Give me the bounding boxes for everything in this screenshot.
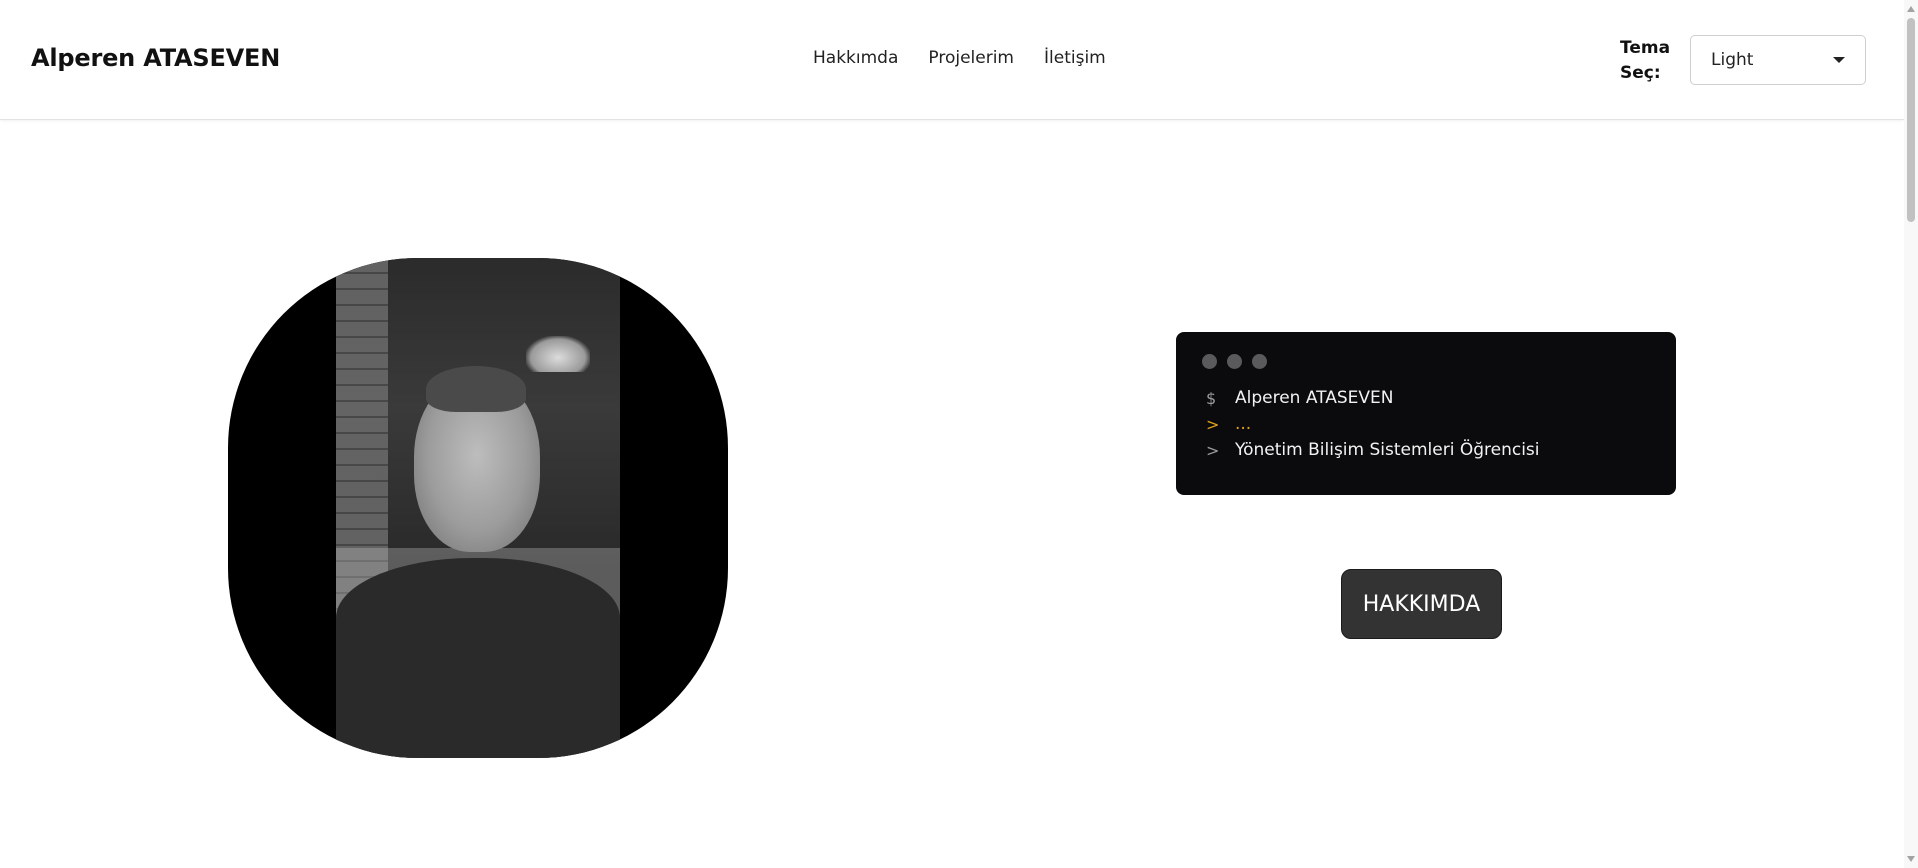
photo-shirt — [336, 558, 620, 758]
terminal-window: $ Alperen ATASEVEN > ... > Yönetim Biliş… — [1176, 332, 1676, 495]
chevron-down-icon — [1833, 57, 1845, 63]
terminal-line: > Yönetim Bilişim Sistemleri Öğrencisi — [1201, 437, 1651, 463]
site-title[interactable]: Alperen ATASEVEN — [31, 44, 280, 72]
window-dot-icon — [1252, 354, 1267, 369]
main-nav: Hakkımda Projelerim İletişim — [813, 48, 1106, 68]
terminal-line-text: ... — [1235, 414, 1252, 434]
theme-label-line-2: Seç: — [1620, 63, 1661, 83]
nav-link-projects[interactable]: Projelerim — [928, 48, 1014, 68]
vertical-scrollbar[interactable] — [1904, 0, 1918, 868]
photo-hair — [426, 366, 526, 412]
terminal-prompt: $ — [1206, 388, 1217, 408]
nav-link-about[interactable]: Hakkımda — [813, 48, 898, 68]
profile-photo-image — [336, 258, 620, 758]
scrollbar-thumb[interactable] — [1907, 18, 1915, 222]
scroll-down-arrow-icon[interactable] — [1907, 856, 1915, 862]
profile-photo — [228, 258, 728, 758]
terminal-line-text: Alperen ATASEVEN — [1235, 388, 1394, 408]
about-button[interactable]: HAKKIMDA — [1341, 569, 1502, 639]
page: Alperen ATASEVEN Hakkımda Projelerim İle… — [0, 0, 1918, 868]
theme-select-value: Light — [1711, 50, 1754, 70]
nav-link-contact[interactable]: İletişim — [1044, 48, 1106, 68]
photo-lamp — [526, 336, 590, 372]
theme-label-line-1: Tema — [1620, 38, 1671, 58]
terminal-prompt: > — [1206, 414, 1220, 434]
theme-select[interactable]: Light — [1690, 35, 1866, 85]
scroll-up-arrow-icon[interactable] — [1907, 6, 1915, 12]
terminal-line: > ... — [1201, 411, 1651, 437]
terminal-lines: $ Alperen ATASEVEN > ... > Yönetim Biliş… — [1201, 385, 1651, 463]
theme-select-label: Tema Seç: — [1620, 36, 1670, 86]
window-dot-icon — [1202, 354, 1217, 369]
window-controls — [1202, 354, 1651, 369]
terminal-prompt: > — [1206, 440, 1220, 460]
terminal-line-text: Yönetim Bilişim Sistemleri Öğrencisi — [1235, 440, 1540, 460]
site-header: Alperen ATASEVEN Hakkımda Projelerim İle… — [0, 0, 1904, 120]
window-dot-icon — [1227, 354, 1242, 369]
terminal-line: $ Alperen ATASEVEN — [1201, 385, 1651, 411]
